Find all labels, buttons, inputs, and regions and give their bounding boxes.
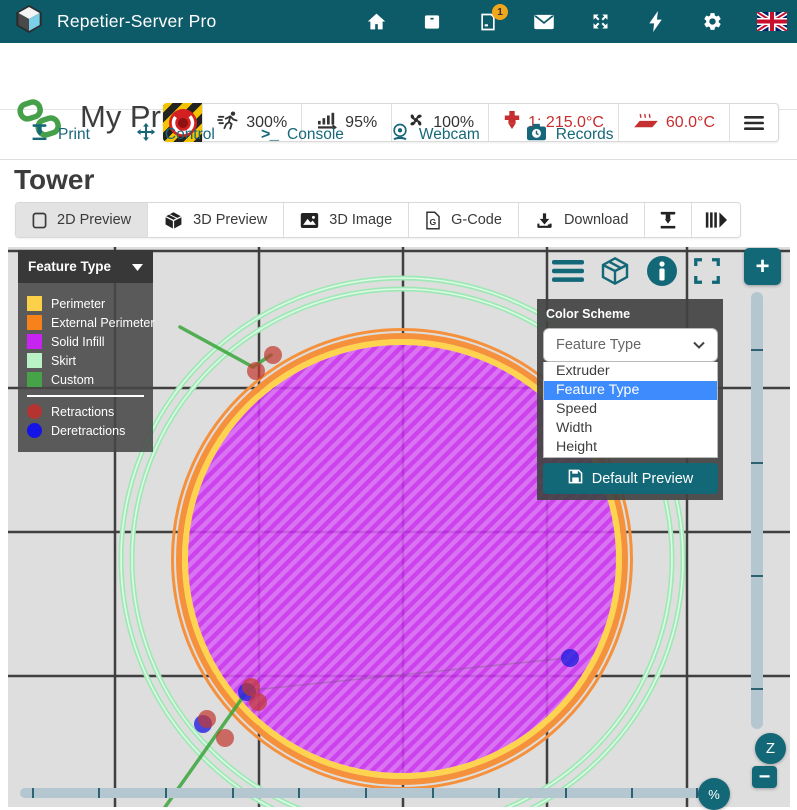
brand[interactable]: Repetier-Server Pro [0,3,216,40]
gcode-letter: G [430,216,437,226]
print-job-button[interactable] [644,203,691,237]
power-bolt-icon[interactable] [645,11,667,33]
expand-arrows-icon[interactable] [589,11,611,33]
chevron-down-icon [693,337,705,353]
control-move-icon [136,122,156,147]
color-scheme-selected-value: Feature Type [556,337,641,353]
queue-count-badge: 1 [492,4,508,20]
repetier-logo-icon [13,3,45,40]
printer-header: My Printer 300% [0,43,797,110]
app-title: Repetier-Server Pro [57,11,216,32]
webcam-icon [390,122,410,147]
tab-console[interactable]: >_ Console [261,126,344,144]
print-icon [30,122,49,147]
h-slider-tick [298,788,300,798]
h-slider-tick [631,788,633,798]
option-feature-type[interactable]: Feature Type [544,381,717,400]
h-slider-tick [98,788,100,798]
default-preview-button[interactable]: Default Preview [543,463,718,494]
legend-item-deretractions: Deretractions [27,423,144,438]
h-slider-tick [432,788,434,798]
horizontal-scrollbar[interactable] [20,788,706,798]
printer-tabs: Print Control >_ Console Webcam [0,110,797,160]
download-button[interactable]: Download [518,203,645,237]
tab-control[interactable]: Control [136,122,215,147]
v-slider-tick [751,575,763,577]
color-scheme-select[interactable]: Feature Type [543,328,718,362]
h-slider-tick [32,788,34,798]
tab-webcam[interactable]: Webcam [390,122,480,147]
view-3d-image-button[interactable]: 3D Image [283,203,408,237]
h-slider-tick [165,788,167,798]
color-scheme-options-list: Extruder Feature Type Speed Width Height [543,362,718,458]
color-scheme-panel: Color Scheme Feature Type Extruder Featu… [537,299,723,500]
archive-box-icon[interactable] [421,11,443,33]
v-slider-tick [751,688,763,690]
v-slider-tick [751,349,763,351]
view-button-group: 2D Preview 3D Preview 3D Image G G-Code … [15,202,741,238]
legend-item-skirt: Skirt [27,353,144,368]
home-icon[interactable] [365,11,387,33]
legend-item-retractions: Retractions [27,404,144,419]
legend-divider [27,395,144,397]
preview-toolbar [552,255,722,292]
preview-info-icon[interactable] [646,255,678,292]
view-2d-preview-button[interactable]: 2D Preview [16,203,147,237]
gcode-preview-canvas[interactable]: Feature Type Perimeter External Perimete… [8,247,790,807]
h-slider-tick [565,788,567,798]
option-extruder[interactable]: Extruder [544,362,717,381]
settings-gear-icon[interactable] [701,11,723,33]
tab-print[interactable]: Print [30,122,90,147]
print-queue-icon[interactable]: 1 [477,11,499,33]
fullscreen-icon[interactable] [692,256,722,291]
view-gcode-button[interactable]: G G-Code [408,203,518,237]
language-flag-icon[interactable] [757,11,787,33]
repetier-server-app: Repetier-Server Pro 1 [0,0,797,810]
legend-item-solid-infill: Solid Infill [27,334,144,349]
option-width[interactable]: Width [544,419,717,438]
legend-item-custom: Custom [27,372,144,387]
color-scheme-label: Color Scheme [546,307,718,321]
vertical-scrollbar[interactable] [751,292,763,729]
option-height[interactable]: Height [544,438,717,457]
tab-records[interactable]: Records [526,123,614,147]
save-floppy-icon [568,469,583,488]
top-navbar: Repetier-Server Pro 1 [0,0,797,43]
legend-item-external-perimeter: External Perimeter [27,315,144,330]
layer-animation-button[interactable] [691,203,740,237]
percent-mode-button[interactable]: % [698,778,730,810]
zoom-out-button[interactable]: − [752,766,777,788]
option-speed[interactable]: Speed [544,400,717,419]
feature-legend: Feature Type Perimeter External Perimete… [18,250,153,452]
mail-icon[interactable] [533,11,555,33]
preview-3d-toggle-icon[interactable] [598,255,632,292]
zoom-in-button[interactable]: + [744,248,781,285]
preview-menu-icon[interactable] [552,259,584,288]
records-camera-icon [526,123,547,147]
v-slider-tick [751,462,763,464]
legend-collapse-caret-icon[interactable] [132,259,143,274]
view-3d-preview-button[interactable]: 3D Preview [147,203,283,237]
h-slider-tick [232,788,234,798]
h-slider-tick [365,788,367,798]
job-title: Tower [14,164,94,196]
legend-header[interactable]: Feature Type [18,250,153,283]
h-slider-tick [498,788,500,798]
legend-item-perimeter: Perimeter [27,296,144,311]
z-mode-button[interactable]: Z [755,733,786,764]
console-icon: >_ [261,126,278,144]
